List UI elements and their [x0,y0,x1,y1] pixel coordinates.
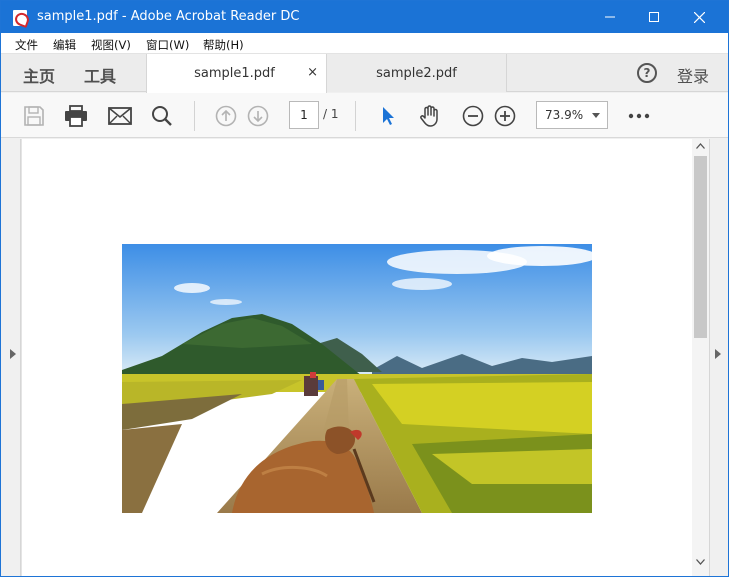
menu-help[interactable]: 帮助(H) [203,37,244,53]
left-panel-toggle[interactable] [1,139,21,576]
tools-link[interactable]: 工具 [84,63,116,87]
zoom-in-icon [494,105,516,127]
save-icon [24,106,44,126]
vertical-scrollbar[interactable] [692,139,709,576]
close-window-button[interactable] [676,1,722,33]
print-icon [65,105,87,127]
login-link[interactable]: 登录 [677,63,709,87]
chevron-down-icon [592,113,600,118]
hand-tool-button[interactable] [417,103,443,129]
title-bar: sample1.pdf - Adobe Acrobat Reader DC [1,1,728,33]
hand-tool-icon [420,105,438,127]
right-panel-toggle[interactable] [709,139,728,576]
minimize-icon [605,16,615,18]
maximize-icon [649,12,659,22]
maximize-button[interactable] [631,1,677,33]
home-link[interactable]: 主页 [23,63,55,87]
menu-edit[interactable]: 编辑 [53,37,76,53]
page-number-input[interactable] [289,101,319,129]
prev-page-button[interactable] [213,103,239,129]
menu-file[interactable]: 文件 [15,37,38,53]
menu-window[interactable]: 窗口(W) [146,37,189,53]
tab-sample2[interactable]: sample2.pdf [327,54,507,92]
zoom-value: 73.9% [545,108,584,122]
scroll-down-icon [696,559,705,565]
scroll-up-icon [696,143,705,149]
tab-close-icon[interactable]: × [307,65,318,80]
email-icon [108,107,132,125]
zoom-in-button[interactable] [492,103,518,129]
email-button[interactable] [107,103,133,129]
tab-sample1[interactable]: sample1.pdf × [146,54,327,93]
close-icon [693,11,705,23]
help-button[interactable]: ? [637,63,657,83]
menu-bar: 文件 编辑 视图(V) 窗口(W) 帮助(H) [1,33,728,54]
select-tool-button[interactable] [375,103,401,129]
window-title: sample1.pdf - Adobe Acrobat Reader DC [37,9,300,24]
next-page-button[interactable] [245,103,271,129]
save-button[interactable] [21,103,47,129]
document-area [1,139,728,576]
toolbar: / 1 73.9% [1,93,728,138]
page-total: / 1 [323,107,339,121]
tab-label: sample1.pdf [194,66,275,81]
tab-bar: 主页 工具 sample1.pdf × sample2.pdf ? 登录 [1,54,728,93]
landscape-photo [122,244,592,513]
more-tools-button[interactable] [626,103,652,129]
pdf-page [22,139,692,576]
minimize-button[interactable] [587,1,633,33]
search-icon [152,106,172,126]
zoom-out-icon [462,105,484,127]
scrollbar-thumb[interactable] [694,156,707,338]
next-page-icon [247,105,269,127]
tab-label: sample2.pdf [376,65,457,81]
zoom-out-button[interactable] [460,103,486,129]
more-icon [628,113,650,119]
print-button[interactable] [63,103,89,129]
search-button[interactable] [149,103,175,129]
chevron-right-icon [10,349,16,359]
toolbar-divider [355,101,356,131]
toolbar-divider [194,101,195,131]
zoom-dropdown[interactable]: 73.9% [536,101,608,129]
chevron-right-icon [715,349,721,359]
page-photo [122,244,592,513]
prev-page-icon [215,105,237,127]
pdf-app-icon [13,10,27,26]
menu-view[interactable]: 视图(V) [91,37,131,53]
acrobat-window: sample1.pdf - Adobe Acrobat Reader DC 文件… [0,0,729,577]
select-cursor-icon [383,107,394,125]
